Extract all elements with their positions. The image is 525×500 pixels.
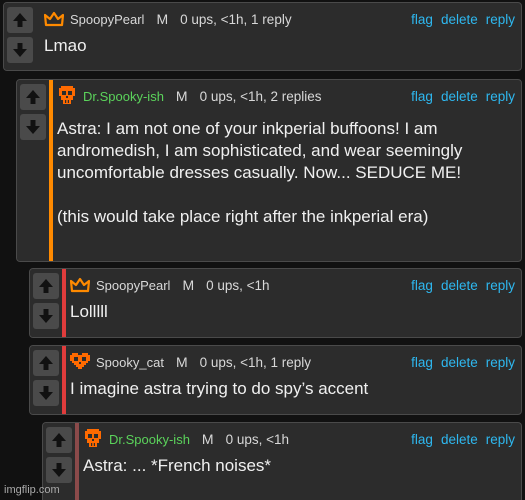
arrow-up-icon [13, 13, 27, 27]
arrow-up-icon [39, 356, 53, 370]
upvote-button[interactable] [7, 7, 33, 33]
vote-column [4, 3, 36, 70]
delete-link[interactable]: delete [441, 12, 478, 27]
upvote-button[interactable] [33, 273, 59, 299]
comment-text: Lolllll [70, 302, 108, 321]
username[interactable]: Spooky_cat [96, 355, 164, 370]
vote-column [30, 346, 62, 414]
downvote-button[interactable] [33, 303, 59, 329]
comment-meta: 0 ups, <1h, 2 replies [199, 88, 322, 104]
downvote-button[interactable] [20, 114, 46, 140]
comment-header: Spooky_cat M 0 ups, <1h, 1 reply flag de… [70, 350, 515, 374]
orange-heart-skull-icon [70, 352, 92, 372]
comment-text: Astra: I am not one of your inkperial bu… [57, 119, 463, 226]
downvote-button[interactable] [7, 37, 33, 63]
flag-link[interactable]: flag [411, 278, 433, 293]
upvote-button[interactable] [20, 84, 46, 110]
mod-badge: M [175, 354, 188, 370]
watermark-text: imgflip.com [4, 484, 60, 496]
comment-meta: 0 ups, <1h [206, 277, 270, 293]
thread-accent-bar [62, 346, 66, 414]
flag-link[interactable]: flag [411, 12, 433, 27]
thread-accent-bar [75, 423, 79, 500]
reply-link[interactable]: reply [486, 432, 515, 447]
comment-text: Lmao [44, 36, 87, 55]
username[interactable]: Dr.Spooky-ish [83, 89, 164, 104]
thread-accent-bar [62, 269, 66, 337]
imgflip-watermark: imgflip.com [0, 480, 60, 500]
vote-column [17, 80, 49, 261]
username[interactable]: SpoopyPearl [70, 12, 144, 27]
upvote-button[interactable] [46, 427, 72, 453]
comment-meta: 0 ups, <1h [225, 431, 290, 447]
comment-meta: 0 ups, <1h, 1 reply [180, 11, 292, 27]
comment-header: SpoopyPearl M 0 ups, <1h flag delete rep… [70, 273, 515, 297]
comment-header: SpoopyPearl M 0 ups, <1h, 1 reply flag d… [44, 7, 515, 31]
flag-link[interactable]: flag [411, 89, 433, 104]
arrow-down-icon [39, 386, 53, 400]
orange-skull-icon [57, 86, 79, 106]
thread-accent-bar [49, 80, 53, 261]
flag-link[interactable]: flag [411, 432, 433, 447]
arrow-up-icon [26, 90, 40, 104]
mod-badge: M [201, 431, 214, 447]
arrow-up-icon [52, 433, 66, 447]
comment-1: SpoopyPearl M 0 ups, <1h, 1 reply flag d… [3, 2, 522, 71]
mod-badge: M [182, 277, 195, 293]
delete-link[interactable]: delete [441, 278, 478, 293]
delete-link[interactable]: delete [441, 432, 478, 447]
comment-text: Astra: ... *French noises* [83, 456, 272, 475]
upvote-button[interactable] [33, 350, 59, 376]
delete-link[interactable]: delete [441, 89, 478, 104]
comment-text: I imagine astra trying to do spy’s accen… [70, 379, 369, 398]
arrow-down-icon [13, 43, 27, 57]
reply-link[interactable]: reply [486, 89, 515, 104]
orange-skull-icon [83, 429, 105, 449]
comment-2: Dr.Spooky-ish M 0 ups, <1h, 2 replies fl… [16, 79, 522, 262]
arrow-down-icon [39, 309, 53, 323]
flag-link[interactable]: flag [411, 355, 433, 370]
vote-column [30, 269, 62, 337]
reply-link[interactable]: reply [486, 12, 515, 27]
mod-badge: M [175, 88, 188, 104]
mod-badge: M [156, 11, 169, 27]
crown-icon [44, 9, 66, 29]
crown-icon [70, 275, 92, 295]
comment-4: Spooky_cat M 0 ups, <1h, 1 reply flag de… [29, 345, 522, 415]
arrow-down-icon [52, 463, 66, 477]
comment-header: Dr.Spooky-ish M 0 ups, <1h, 2 replies fl… [57, 84, 515, 108]
downvote-button[interactable] [33, 380, 59, 406]
comment-3: SpoopyPearl M 0 ups, <1h flag delete rep… [29, 268, 522, 338]
delete-link[interactable]: delete [441, 355, 478, 370]
comment-meta: 0 ups, <1h, 1 reply [199, 354, 312, 370]
comment-header: Dr.Spooky-ish M 0 ups, <1h flag delete r… [83, 427, 515, 451]
reply-link[interactable]: reply [486, 355, 515, 370]
arrow-down-icon [26, 120, 40, 134]
reply-link[interactable]: reply [486, 278, 515, 293]
comment-5: Dr.Spooky-ish M 0 ups, <1h flag delete r… [42, 422, 522, 500]
arrow-up-icon [39, 279, 53, 293]
username[interactable]: SpoopyPearl [96, 278, 170, 293]
username[interactable]: Dr.Spooky-ish [109, 432, 190, 447]
